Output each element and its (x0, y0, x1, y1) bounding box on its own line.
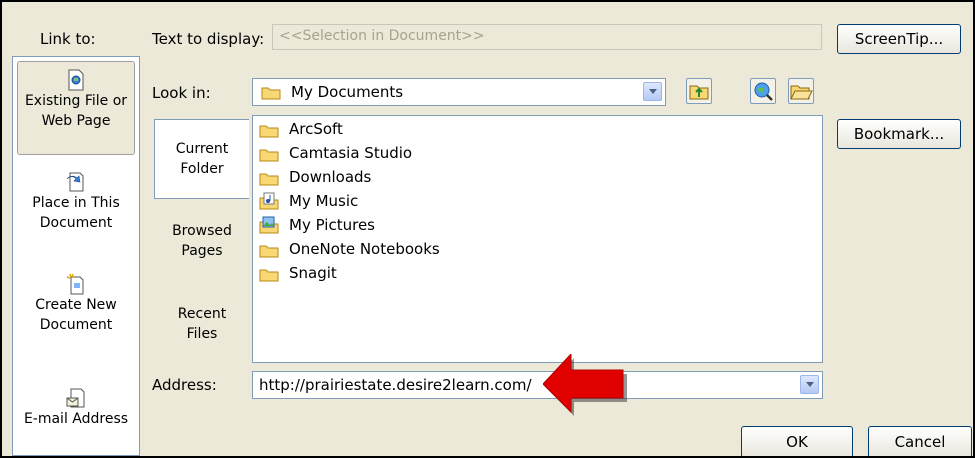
file-name: ArcSoft (289, 120, 343, 138)
email-icon (66, 388, 85, 408)
text-to-display-value: <<Selection in Document>> (279, 28, 485, 44)
address-field[interactable]: http://prairiestate.desire2learn.com/ (252, 371, 823, 399)
up-folder-icon (689, 85, 709, 100)
link-create-line2: Document (39, 317, 113, 333)
tab-recent-line1: Recent (177, 306, 227, 322)
link-email-line1: E-mail Address (23, 411, 129, 427)
look-in-value: My Documents (291, 83, 404, 101)
folder-icon (261, 87, 281, 100)
tab-browsed-pages[interactable]: Browsed Pages (152, 221, 252, 261)
music-folder-icon (259, 192, 279, 210)
link-to-label: Link to: (40, 30, 96, 48)
look-in-label: Look in: (152, 84, 211, 102)
folder-icon (259, 125, 279, 138)
existing-file-icon (68, 69, 84, 91)
tab-current-folder[interactable]: Current Folder (152, 139, 252, 179)
link-place-in-document[interactable]: Place in This Document (13, 171, 139, 233)
file-name: My Pictures (289, 216, 375, 234)
tab-browsed-line2: Pages (181, 243, 223, 259)
file-name: Snagit (289, 264, 337, 282)
tab-recent-line2: Files (186, 326, 218, 342)
folder-icon (259, 245, 279, 258)
link-to-bar: Existing File or Web Page Place in This … (12, 56, 140, 456)
tab-current-line2: Folder (180, 161, 224, 177)
bookmark-button[interactable]: Bookmark... (837, 119, 961, 149)
address-label: Address: (152, 376, 217, 394)
link-existing-file-line2: Web Page (41, 113, 111, 129)
file-list[interactable]: ArcSoft Camtasia Studio Downloads My Mus… (252, 115, 823, 363)
ok-button[interactable]: OK (741, 426, 853, 456)
up-one-folder-button[interactable] (686, 78, 712, 104)
link-email-address[interactable]: E-mail Address (13, 387, 139, 429)
cancel-button[interactable]: Cancel (868, 426, 972, 456)
link-place-line1: Place in This (32, 195, 120, 211)
text-to-display-label: Text to display: (152, 30, 265, 48)
link-create-line1: Create New (35, 297, 117, 313)
insert-hyperlink-dialog: Link to: Existing File or Web Page Place… (0, 0, 975, 458)
pictures-folder-icon (259, 216, 279, 234)
folder-icon (259, 149, 279, 162)
file-name: OneNote Notebooks (289, 240, 440, 258)
tab-recent-files[interactable]: Recent Files (152, 304, 252, 344)
open-folder-icon (790, 85, 813, 100)
tab-browsed-line1: Browsed (172, 223, 232, 239)
link-existing-file[interactable]: Existing File or Web Page (13, 69, 139, 131)
place-in-document-icon (66, 172, 84, 192)
link-place-line2: Document (39, 215, 113, 231)
link-create-new-document[interactable]: Create New Document (13, 273, 139, 335)
browse-file-button[interactable] (788, 78, 814, 104)
link-existing-file-line1: Existing File or (24, 93, 128, 109)
look-in-dropdown-arrow[interactable] (643, 82, 662, 101)
address-dropdown-arrow[interactable] (800, 375, 819, 394)
text-to-display-field[interactable]: <<Selection in Document>> (272, 24, 822, 50)
look-in-dropdown[interactable]: My Documents (252, 78, 666, 106)
tab-current-line1: Current (175, 141, 229, 157)
browse-web-button[interactable] (750, 78, 776, 104)
folder-icon (259, 173, 279, 186)
browse-web-icon (754, 82, 773, 101)
file-name: Camtasia Studio (289, 144, 413, 162)
file-name: My Music (289, 192, 359, 210)
address-value: http://prairiestate.desire2learn.com/ (259, 376, 532, 394)
screentip-button[interactable]: ScreenTip... (837, 24, 961, 54)
new-document-icon (66, 273, 84, 295)
red-arrow-annotation (543, 354, 627, 416)
folder-icon (259, 269, 279, 282)
file-name: Downloads (289, 168, 372, 186)
